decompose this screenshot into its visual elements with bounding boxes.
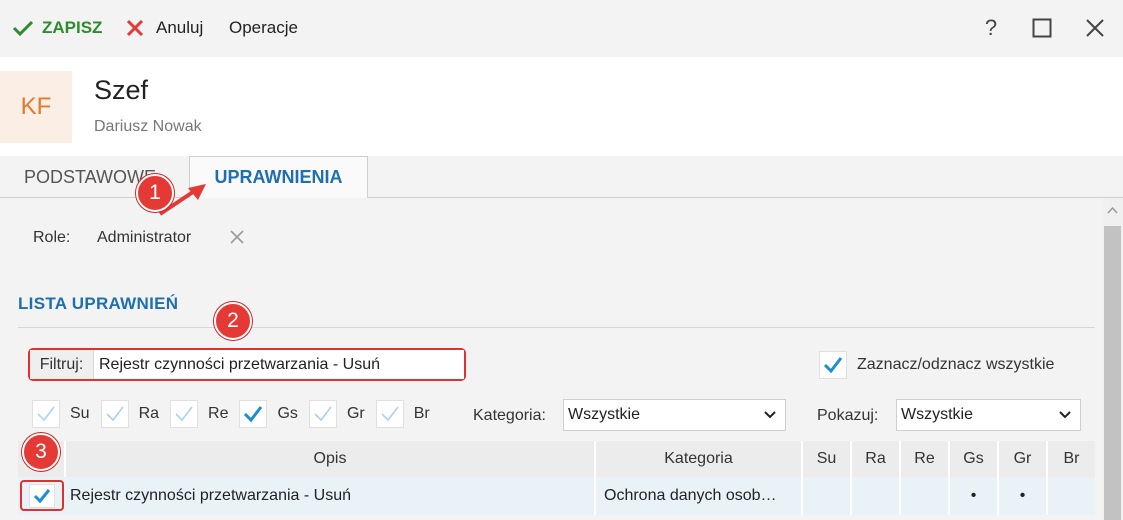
category-label: Kategoria: (473, 407, 546, 424)
close-window-button[interactable] (1081, 14, 1109, 42)
scrollbar-thumb[interactable] (1104, 226, 1121, 520)
cancel-button[interactable]: Anuluj (126, 16, 203, 40)
flag-br-checkbox[interactable] (375, 400, 404, 428)
flag-gr-label: Gr (346, 405, 365, 422)
chevron-down-icon (764, 411, 776, 419)
column-header-kategoria[interactable]: Kategoria (596, 441, 803, 477)
column-header-br[interactable]: Br (1048, 441, 1095, 477)
cell-gr: • (999, 477, 1048, 515)
flag-gs-label: Gs (277, 405, 298, 422)
flag-gs[interactable]: Gs (239, 400, 298, 428)
chevron-up-icon[interactable] (1107, 206, 1118, 214)
permissions-panel: Role: Administrator LISTA UPRAWNIEŃ Filt… (0, 198, 1102, 520)
select-all-checkbox[interactable] (819, 351, 847, 379)
close-icon (1086, 19, 1104, 37)
person-name: Dariusz Nowak (94, 118, 202, 135)
column-header-ra[interactable]: Ra (852, 441, 901, 477)
show-select[interactable]: Wszystkie (896, 399, 1081, 431)
check-icon (37, 406, 55, 422)
close-icon (126, 19, 144, 37)
cell-gs-value: • (970, 487, 977, 504)
flag-re[interactable]: Re (170, 400, 228, 428)
avatar: KF (0, 71, 72, 143)
check-icon (314, 406, 332, 422)
flag-re-label: Re (208, 405, 229, 422)
flag-br[interactable]: Br (375, 400, 430, 428)
table-header: Opis Kategoria Su Ra Re Gs Gr Br (18, 441, 1095, 477)
check-icon (12, 20, 34, 37)
save-button[interactable]: ZAPISZ (12, 16, 102, 40)
check-icon (175, 406, 193, 422)
category-select[interactable]: Wszystkie (563, 399, 786, 431)
check-icon (244, 406, 263, 423)
flag-ra-label: Ra (138, 405, 160, 422)
help-button[interactable]: ? (977, 14, 1005, 42)
show-label: Pokazuj: (817, 407, 879, 424)
column-header-opis[interactable]: Opis (66, 441, 596, 477)
flag-re-checkbox[interactable] (170, 400, 199, 428)
flag-gr[interactable]: Gr (308, 400, 365, 428)
operations-menu[interactable]: Operacje (229, 16, 298, 40)
cell-su (803, 477, 852, 515)
remove-role-button[interactable] (228, 228, 246, 246)
column-header-gs[interactable]: Gs (950, 441, 999, 477)
flag-su-label: Su (70, 405, 90, 422)
row-select[interactable] (20, 480, 64, 511)
flag-su[interactable]: Su (32, 400, 90, 428)
permission-flags: Su Ra Re Gs Gr Br (32, 400, 441, 428)
help-icon: ? (984, 15, 998, 40)
record-header: KF Szef Dariusz Nowak (0, 57, 1123, 156)
show-value: Wszystkie (901, 406, 973, 423)
divider (18, 327, 1095, 328)
maximize-icon (1032, 18, 1052, 38)
toolbar: ZAPISZ Anuluj Operacje ? (0, 0, 1123, 57)
chevron-down-icon (1059, 411, 1071, 419)
select-all-toggle[interactable]: Zaznacz/odznacz wszystkie (819, 351, 1054, 379)
category-value: Wszystkie (568, 406, 640, 423)
check-icon (33, 488, 51, 503)
column-header-gr[interactable]: Gr (999, 441, 1048, 477)
filter-input[interactable] (94, 350, 464, 379)
cell-gr-value: • (1019, 487, 1026, 504)
role-chip: Administrator (97, 229, 192, 246)
table-row[interactable]: Rejestr czynności przetwarzania - Usuń O… (18, 477, 1095, 515)
save-label: ZAPISZ (42, 18, 103, 37)
filter-label: Filtruj: (30, 350, 94, 379)
close-icon (230, 230, 244, 244)
tab-permissions[interactable]: UPRAWNIENIA (189, 156, 368, 199)
cell-br (1048, 477, 1095, 515)
vertical-scrollbar[interactable] (1102, 198, 1123, 520)
filter-field: Filtruj: (28, 348, 466, 381)
annotation-badge-3: 3 (22, 433, 60, 471)
section-title: LISTA UPRAWNIEŃ (18, 294, 179, 313)
column-header-su[interactable]: Su (803, 441, 852, 477)
check-icon (381, 406, 399, 422)
column-header-re[interactable]: Re (901, 441, 950, 477)
check-icon (823, 357, 843, 374)
page-title: Szef (94, 75, 149, 105)
operations-label: Operacje (229, 18, 298, 37)
maximize-button[interactable] (1028, 14, 1056, 42)
role-label: Role: (33, 229, 71, 246)
cell-gs: • (950, 477, 999, 515)
flag-gr-checkbox[interactable] (308, 400, 337, 428)
row-checkbox[interactable] (29, 483, 55, 508)
cell-re (901, 477, 950, 515)
annotation-badge-1: 1 (136, 174, 174, 212)
annotation-badge-2: 2 (214, 302, 252, 340)
flag-ra[interactable]: Ra (100, 400, 160, 428)
flag-su-checkbox[interactable] (32, 400, 60, 428)
cell-opis: Rejestr czynności przetwarzania - Usuń (66, 477, 596, 515)
check-icon (106, 406, 124, 422)
flag-br-label: Br (413, 405, 430, 422)
flag-gs-checkbox[interactable] (239, 400, 268, 428)
cancel-label: Anuluj (156, 18, 204, 37)
cell-ra (852, 477, 901, 515)
cell-kategoria: Ochrona danych osob… (596, 477, 803, 515)
flag-ra-checkbox[interactable] (100, 400, 129, 428)
select-all-label: Zaznacz/odznacz wszystkie (857, 356, 1055, 373)
